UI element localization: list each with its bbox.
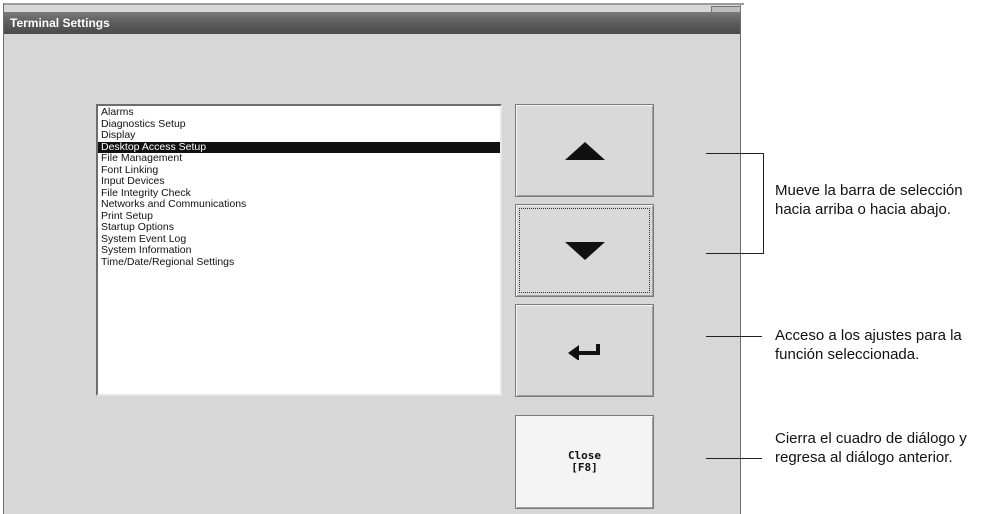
list-item[interactable]: System Information <box>98 244 500 257</box>
window-top-border <box>4 3 744 5</box>
annotation-close-line1: Cierra el cuadro de diálogo y <box>775 430 967 447</box>
enter-button[interactable] <box>515 304 654 397</box>
annotation-access-settings: Acceso a los ajustes para la función sel… <box>775 326 962 364</box>
list-item[interactable]: File Management <box>98 152 500 165</box>
list-item[interactable]: Startup Options <box>98 221 500 234</box>
annotation-close-dialog: Cierra el cuadro de diálogo y regresa al… <box>775 429 967 467</box>
annotation-access-line1: Acceso a los ajustes para la <box>775 327 962 344</box>
callout-bracket-vertical <box>763 153 764 254</box>
list-item[interactable]: Diagnostics Setup <box>98 118 500 131</box>
close-button-shortcut: [F8] <box>571 461 598 474</box>
enter-arrow-icon <box>567 343 600 360</box>
annotation-close-line2: regresa al diálogo anterior. <box>775 449 953 466</box>
move-up-button[interactable] <box>515 104 654 197</box>
annotation-move-selection: Mueve la barra de selección hacia arriba… <box>775 181 963 219</box>
list-item[interactable]: Input Devices <box>98 175 500 188</box>
triangle-up-icon <box>564 141 605 160</box>
move-down-button[interactable] <box>515 204 654 297</box>
annotation-access-line2: función seleccionada. <box>775 346 920 363</box>
terminal-settings-window: Terminal Settings Alarms Diagnostics Setu… <box>3 3 744 514</box>
list-item[interactable]: Display <box>98 129 500 142</box>
list-item[interactable]: Networks and Communications <box>98 198 500 211</box>
callout-bracket-top <box>706 153 764 154</box>
callout-access-line <box>706 336 762 337</box>
annotation-move-line1: Mueve la barra de selección <box>775 182 963 199</box>
window-title: Terminal Settings <box>4 12 740 34</box>
list-item[interactable]: Time/Date/Regional Settings <box>98 256 500 269</box>
callout-bracket-bottom <box>706 253 764 254</box>
list-item[interactable]: Alarms <box>98 106 500 119</box>
annotation-move-line2: hacia arriba o hacia abajo. <box>775 201 951 218</box>
callout-close-line <box>706 458 762 459</box>
triangle-down-icon <box>564 241 605 260</box>
settings-list[interactable]: Alarms Diagnostics Setup Display Desktop Ac… <box>96 104 502 396</box>
close-button[interactable]: Close [F8] <box>515 415 654 509</box>
